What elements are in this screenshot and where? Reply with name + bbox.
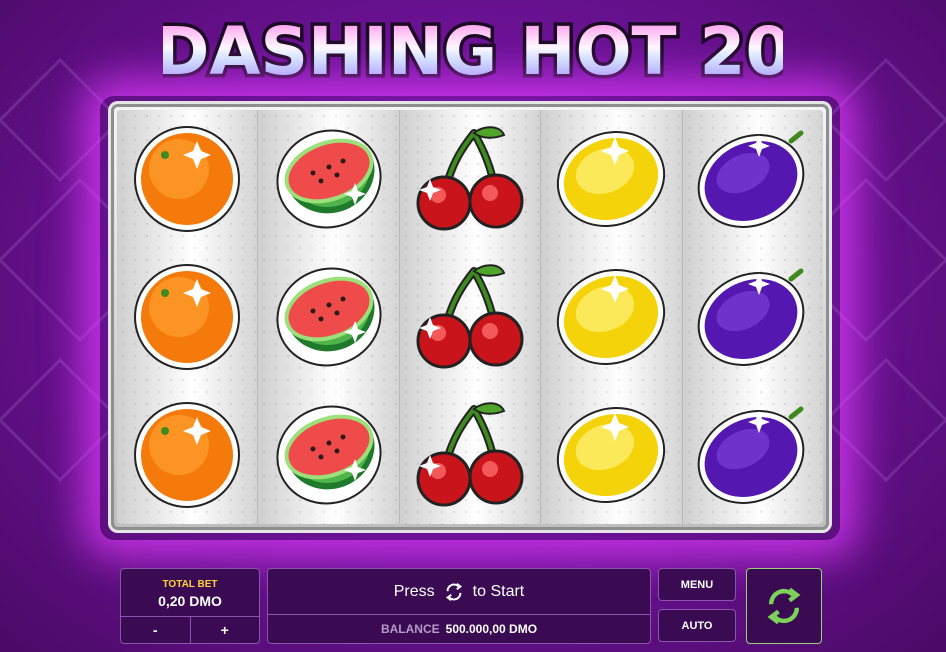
reel-1 — [117, 110, 259, 524]
balance-label: BALANCE — [380, 622, 440, 636]
spin-button[interactable] — [746, 568, 822, 644]
press-text: Press — [393, 583, 435, 600]
lemon-icon — [557, 406, 666, 504]
orange-icon — [134, 126, 241, 232]
balance-value: 500.000,00 DMO — [445, 622, 538, 636]
symbol-lemon — [541, 386, 681, 524]
message-panel: Press to Start BALANCE 500.000,00 DMO — [267, 568, 651, 644]
to-start-text: to Start — [472, 583, 525, 600]
spin-arrows-icon — [445, 582, 462, 602]
plum-icon — [697, 268, 805, 366]
symbol-lemon — [541, 248, 681, 386]
menu-button[interactable]: MENU — [658, 568, 736, 601]
reels-area — [117, 110, 823, 524]
plum-icon — [697, 130, 805, 228]
cherry-icon — [416, 402, 524, 507]
symbol-orange — [117, 110, 257, 248]
cherry-icon — [416, 264, 524, 369]
decrease-bet-button[interactable]: - — [121, 617, 190, 643]
watermelon-icon — [276, 267, 382, 367]
reel-2 — [258, 110, 400, 524]
symbol-watermelon — [258, 110, 398, 248]
lemon-icon — [557, 130, 666, 228]
start-message: Press to Start — [268, 581, 650, 603]
symbol-watermelon — [258, 386, 398, 524]
reel-5 — [682, 110, 823, 524]
symbol-plum — [683, 386, 823, 524]
symbol-watermelon — [258, 248, 398, 386]
total-bet-label: TOTAL BET — [162, 579, 218, 590]
symbol-lemon — [541, 110, 681, 248]
svg-text:DASHING HOT 20: DASHING HOT 20 — [163, 13, 783, 90]
watermelon-icon — [276, 129, 382, 229]
orange-icon — [134, 402, 241, 508]
balance-display: BALANCE 500.000,00 DMO — [268, 614, 650, 643]
game-title: DASHING HOT 20 DASHING HOT 20 — [0, 12, 946, 92]
reel-3 — [399, 110, 542, 524]
lemon-icon — [557, 268, 666, 366]
bet-adjust-buttons: - + — [121, 616, 259, 643]
watermelon-icon — [276, 405, 382, 505]
symbol-cherry — [400, 386, 540, 524]
total-bet-panel: TOTAL BET 0,20 DMO - + — [120, 568, 260, 644]
plum-icon — [697, 406, 805, 504]
symbol-orange — [117, 248, 257, 386]
symbol-cherry — [400, 248, 540, 386]
symbol-plum — [683, 110, 823, 248]
orange-icon — [134, 264, 241, 370]
symbol-orange — [117, 386, 257, 524]
reel-4 — [541, 110, 683, 524]
symbol-cherry — [400, 110, 540, 248]
spin-icon — [767, 587, 801, 625]
auto-button[interactable]: AUTO — [658, 609, 736, 642]
cherry-icon — [416, 126, 524, 231]
symbol-plum — [683, 248, 823, 386]
total-bet-value: 0,20 DMO — [158, 593, 222, 609]
increase-bet-button[interactable]: + — [189, 617, 260, 643]
